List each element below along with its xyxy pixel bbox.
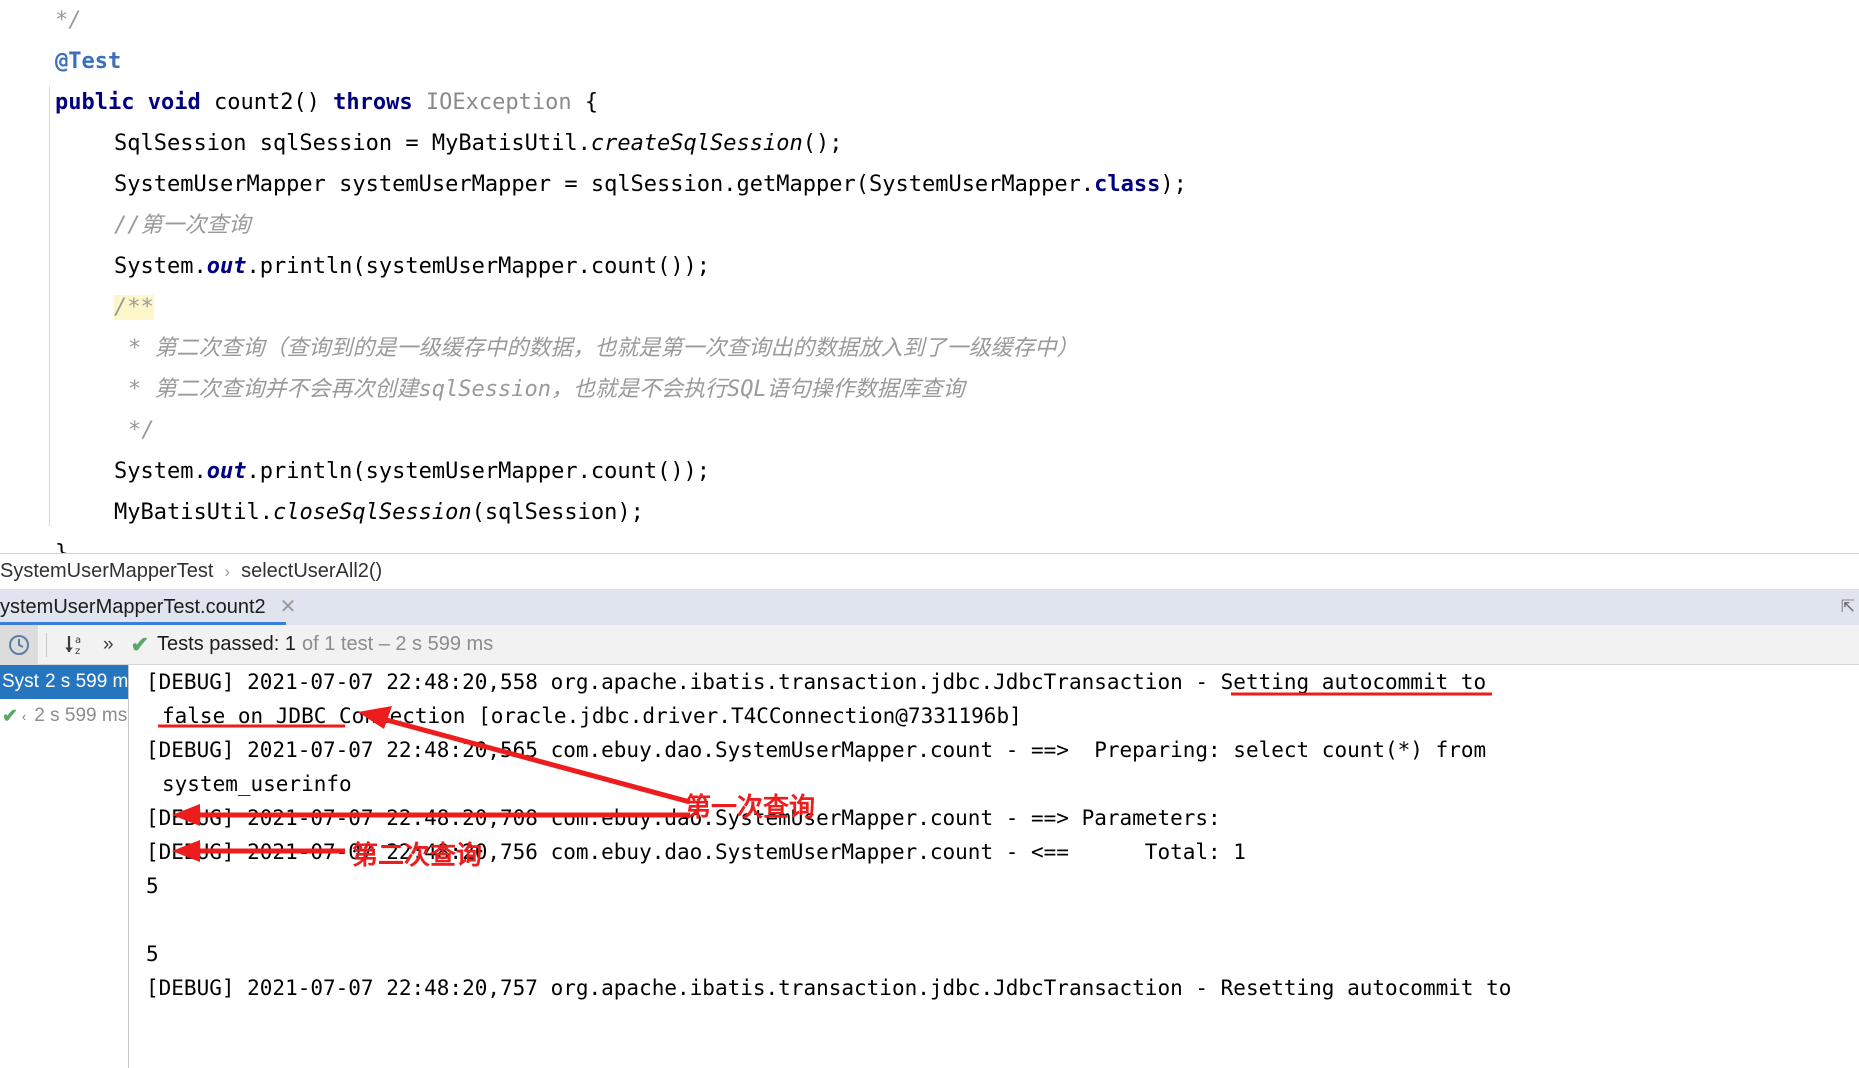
breadcrumb-class[interactable]: SystemUserMapperTest (0, 560, 213, 583)
code-token: (); (802, 131, 843, 156)
breadcrumb[interactable]: SystemUserMapperTest › selectUserAll2() (0, 553, 1859, 589)
test-tree-label: Syst (2, 671, 39, 692)
test-duration: 2 s 599 ms (34, 705, 128, 726)
code-token: .println(systemUserMapper.count()); (246, 459, 711, 484)
code-token: count2() (200, 90, 334, 115)
code-line: * 第二次查询（查询到的是一级缓存中的数据，也就是第一次查询出的数据放入到了一级… (0, 328, 1859, 369)
console-line: 5 (146, 874, 159, 898)
console-line: 5 (146, 942, 159, 966)
code-token: createSqlSession (590, 131, 803, 156)
code-token: SystemUserMapper systemUserMapper = sqlS… (114, 172, 1095, 197)
console-line: system_userinfo (162, 772, 352, 796)
code-lines: */ @Test public void count2() throws IOExc… (0, 0, 1859, 553)
console-lines: [DEBUG] 2021-07-07 22:48:20,558 org.apac… (130, 665, 1859, 1005)
code-line: System.out.println(systemUserMapper.coun… (0, 451, 1859, 492)
rerun-icon[interactable] (0, 624, 38, 665)
code-token: MyBatisUtil. (114, 500, 273, 525)
code-line: SystemUserMapper systemUserMapper = sqlS… (0, 164, 1859, 205)
code-line: @Test (0, 41, 1859, 82)
test-tree-rows: Syst2 s 599 ms✔‹2 s 599 ms (0, 665, 128, 733)
console-line: [DEBUG] 2021-07-07 22:48:20,565 com.ebuy… (146, 738, 1487, 762)
chevron-icon: ‹ (21, 708, 27, 724)
console-line: [DEBUG] 2021-07-07 22:48:20,558 org.apac… (146, 670, 1487, 694)
code-token: .println(systemUserMapper.count()); (246, 254, 711, 279)
close-icon[interactable]: ✕ (280, 597, 297, 617)
code-editor[interactable]: */ @Test public void count2() throws IOExc… (0, 0, 1859, 553)
tabbar-maximize-icon[interactable]: ⇱ (1841, 597, 1859, 617)
svg-text:a: a (75, 635, 81, 646)
code-token: */ (128, 418, 155, 443)
tab-run-configuration[interactable]: ystemUserMapperTest.count2 ✕ (0, 589, 309, 625)
code-line: */ (0, 0, 1859, 41)
console-output[interactable]: [DEBUG] 2021-07-07 22:48:20,558 org.apac… (130, 665, 1859, 1068)
code-token: out (206, 254, 247, 279)
code-token: } (55, 541, 68, 553)
code-token: * 第二次查询并不会再次创建sqlSession，也就是不会执行SQL语句操作数… (128, 377, 965, 402)
console-line: [DEBUG] 2021-07-07 22:48:20,756 com.ebuy… (146, 840, 1246, 864)
breadcrumb-method[interactable]: selectUserAll2() (241, 560, 382, 583)
code-line: MyBatisUtil.closeSqlSession(sqlSession); (0, 492, 1859, 533)
code-line: * 第二次查询并不会再次创建sqlSession，也就是不会执行SQL语句操作数… (0, 369, 1859, 410)
run-toolbar[interactable]: a z » ✔ Tests passed: 1 of 1 test – 2 s … (0, 624, 1859, 665)
code-line: System.out.println(systemUserMapper.coun… (0, 246, 1859, 287)
code-token: */ (55, 8, 82, 33)
ide-window: */ @Test public void count2() throws IOExc… (0, 0, 1859, 1068)
test-result-tree[interactable]: Syst2 s 599 ms✔‹2 s 599 ms (0, 665, 129, 1068)
svg-text:z: z (75, 646, 80, 657)
tests-duration-label: of 1 test – 2 s 599 ms (301, 633, 494, 655)
run-tool-tabbar[interactable]: ystemUserMapperTest.count2 ✕ ⇱ (0, 589, 1859, 625)
console-line: false on JDBC Connection [oracle.jdbc.dr… (162, 704, 1022, 728)
tests-passed-label: Tests passed: 1 (157, 633, 296, 655)
toolbar-divider (46, 632, 47, 657)
indent-guide (49, 86, 50, 526)
expand-all-icon[interactable]: » (95, 634, 121, 656)
code-token: void (147, 90, 201, 115)
test-duration: 2 s 599 ms (44, 671, 128, 692)
code-token: System. (114, 254, 207, 279)
test-tree-row[interactable]: ✔ ‹ 2 s 599 ms (0, 699, 128, 733)
code-token: public (55, 90, 135, 115)
check-icon: ✔ (130, 631, 150, 657)
code-token: System. (114, 459, 207, 484)
code-token: throws (333, 90, 413, 115)
test-status: ✔ Tests passed: 1 of 1 test – 2 s 599 ms (131, 632, 494, 658)
code-token: class (1094, 172, 1161, 197)
console-line: [DEBUG] 2021-07-07 22:48:20,708 com.ebuy… (146, 806, 1221, 830)
code-token: { (571, 90, 599, 115)
passed-icon: ✔ (2, 705, 18, 727)
code-line: */ (0, 410, 1859, 451)
code-token: * 第二次查询（查询到的是一级缓存中的数据，也就是第一次查询出的数据放入到了一级… (128, 336, 1079, 361)
code-line: /** (0, 287, 1859, 328)
code-token: IOException (425, 90, 572, 115)
code-line: SqlSession sqlSession = MyBatisUtil.crea… (0, 123, 1859, 164)
code-line: public void count2() throws IOException … (0, 82, 1859, 123)
code-token: ); (1160, 172, 1187, 197)
code-token: /** (114, 295, 154, 320)
code-line: } (0, 533, 1859, 553)
tab-label: ystemUserMapperTest.count2 (0, 595, 266, 618)
code-token: (sqlSession); (471, 500, 644, 525)
test-tree-row[interactable]: Syst2 s 599 ms (0, 665, 128, 699)
code-line: //第一次查询 (0, 205, 1859, 246)
code-token: @Test (55, 49, 122, 74)
code-token: closeSqlSession (272, 500, 472, 525)
console-line: [DEBUG] 2021-07-07 22:48:20,757 org.apac… (146, 976, 1512, 1000)
code-token: SqlSession sqlSession = MyBatisUtil. (114, 131, 591, 156)
code-token: out (206, 459, 247, 484)
breadcrumb-separator-icon: › (224, 561, 231, 581)
code-token: //第一次查询 (114, 213, 251, 238)
sort-alphabetically-icon[interactable]: a z (55, 625, 95, 665)
